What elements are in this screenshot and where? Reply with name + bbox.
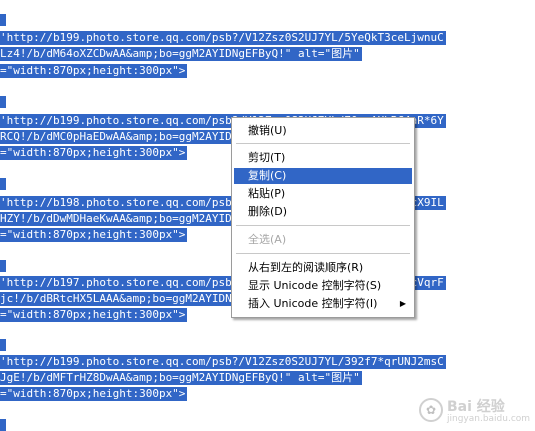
menu-separator — [236, 225, 410, 226]
menu-item-select-all: 全选(A) — [248, 233, 287, 246]
code-line[interactable]: ="width:870px;height:300px"> — [0, 387, 188, 401]
line-marker — [0, 178, 6, 190]
line-marker — [0, 339, 6, 351]
code-line[interactable]: ="width:870px;height:300px"> — [0, 228, 188, 242]
code-line[interactable]: ="width:870px;height:300px"> — [0, 308, 188, 322]
menu-separator — [236, 253, 410, 254]
menu-item-undo[interactable]: 撤销(U) — [234, 123, 412, 139]
menu-item-copy[interactable]: 复制(C) — [234, 168, 412, 184]
line-marker — [0, 419, 6, 431]
line-marker — [0, 96, 6, 108]
menu-item-label: 插入 Unicode 控制字符(I) — [248, 297, 378, 310]
submenu-arrow-icon: ▶ — [399, 299, 406, 308]
watermark-url: jingyan.baidu.com — [447, 414, 531, 424]
code-line[interactable]: ="width:870px;height:300px"> — [0, 64, 188, 78]
line-marker — [0, 260, 6, 272]
code-line[interactable]: JgE!/b/dMFTrHZ8DwAA&amp;bo=ggM2AYIDNgEFB… — [0, 371, 362, 385]
code-line[interactable]: 'http://b199.photo.store.qq.com/psb?/V12… — [0, 31, 446, 45]
paw-logo-icon: ✿ — [419, 398, 443, 422]
menu-item-delete[interactable]: 删除(D) — [234, 204, 412, 220]
menu-item-paste[interactable]: 粘贴(P) — [234, 186, 412, 202]
menu-item-rtl-reading-order[interactable]: 从右到左的阅读顺序(R) — [234, 260, 412, 276]
menu-item-show-unicode-control[interactable]: 显示 Unicode 控制字符(S) — [234, 278, 412, 294]
watermark-brand: Bai 经验 — [447, 399, 505, 415]
menu-item-insert-unicode-control[interactable]: 插入 Unicode 控制字符(I) ▶ — [234, 296, 412, 312]
context-menu: 撤销(U) 剪切(T) 复制(C) 粘贴(P) 删除(D) 全选(A) 从右到左… — [231, 117, 415, 318]
menu-item-cut[interactable]: 剪切(T) — [234, 150, 412, 166]
watermark: ✿ Bai 经验 jingyan.baidu.com — [419, 396, 531, 426]
code-line[interactable]: ="width:870px;height:300px"> — [0, 146, 188, 160]
code-line[interactable]: 'http://b199.photo.store.qq.com/psb?/V12… — [0, 355, 446, 369]
line-marker — [0, 14, 6, 26]
code-line[interactable]: Lz4!/b/dM64oXZCDwAA&amp;bo=ggM2AYIDNgEFB… — [0, 47, 362, 61]
menu-separator — [236, 143, 410, 144]
